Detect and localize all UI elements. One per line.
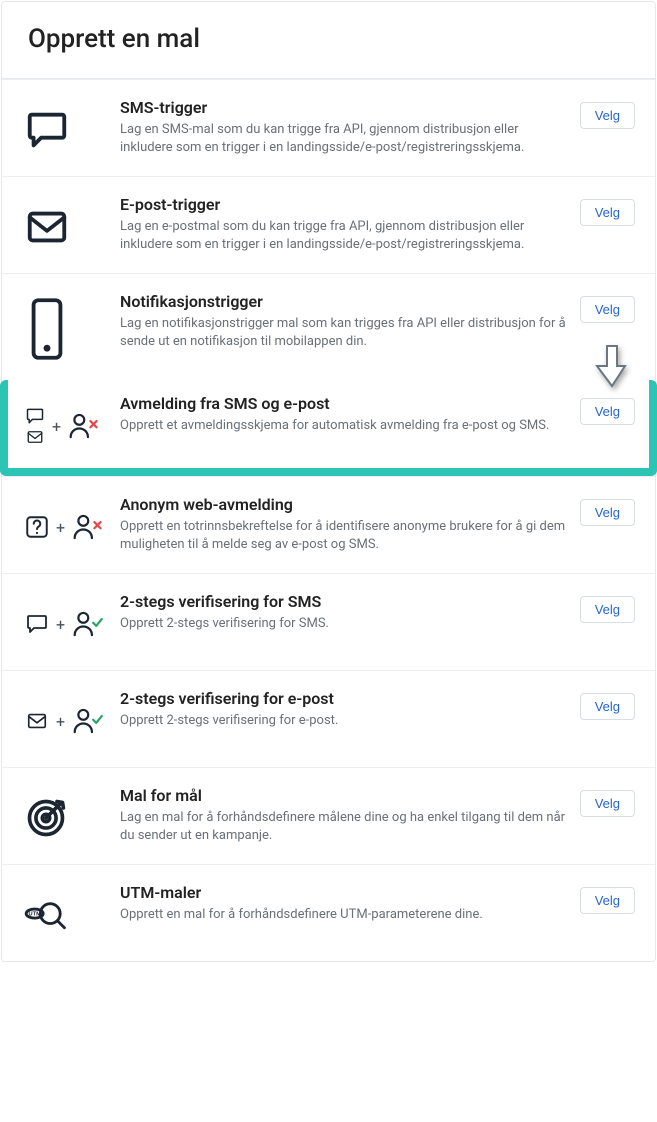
select-button[interactable]: Velg [580,199,635,226]
text-col: Avmelding fra SMS og e-post Opprett et a… [120,394,580,435]
target-icon [24,796,68,840]
row-title: E-post-trigger [120,195,568,216]
user-remove-icon [67,411,99,441]
text-col: Notifikasjonstrigger Lag en notifikasjon… [120,292,580,351]
template-row-2step-epost: + 2-stegs verifisering for e-post Oppret… [2,670,655,767]
user-remove-icon [71,512,103,542]
envelope-icon [24,710,50,732]
envelope-icon [24,204,70,250]
question-box-icon [24,514,50,540]
row-title: 2-stegs verifisering for SMS [120,592,568,613]
plus-icon: + [50,712,71,731]
icon-col: + [24,495,120,555]
chat-bubble-icon [24,406,46,426]
btn-col: Velg [580,883,635,914]
row-desc: Lag en mal for å forhåndsdefinere målene… [120,809,568,845]
user-check-icon [71,609,103,639]
select-button[interactable]: Velg [580,693,635,720]
icon-col [24,98,120,158]
plus-icon: + [50,518,71,537]
text-col: UTM-maler Opprett en mal for å forhåndsd… [120,883,580,924]
icon-col: + [24,689,120,749]
create-template-card: Opprett en mal SMS-trigger Lag en SMS-ma… [1,1,656,962]
text-col: Mal for mål Lag en mal for å forhåndsdef… [120,786,580,845]
row-title: Mal for mål [120,786,568,807]
highlighted-wrapper: + Avmelding fra SMS og e-post Opprett et… [2,380,655,476]
btn-col: Velg [580,98,635,129]
icon-col: UTM [24,883,120,943]
row-desc: Opprett et avmeldingsskjema for automati… [120,417,568,435]
chat-bubble-icon [24,107,70,153]
template-row-mal-for-mal: Mal for mål Lag en mal for å forhåndsdef… [2,767,655,864]
svg-text:UTM: UTM [29,912,42,918]
envelope-icon [24,428,46,446]
text-col: SMS-trigger Lag en SMS-mal som du kan tr… [120,98,580,157]
row-desc: Lag en SMS-mal som du kan trigge fra API… [120,121,568,157]
pointer-arrow-icon [595,344,629,388]
user-check-icon [71,706,103,736]
text-col: Anonym web-avmelding Opprett en totrinns… [120,495,580,554]
template-row-avmelding: + Avmelding fra SMS og e-post Opprett et… [0,380,657,476]
row-desc: Lag en e-postmal som du kan trigge fra A… [120,218,568,254]
icon-col [24,786,120,846]
text-col: 2-stegs verifisering for SMS Opprett 2-s… [120,592,580,633]
utm-search-icon: UTM [24,898,68,932]
select-button[interactable]: Velg [580,596,635,623]
row-desc: Opprett 2-stegs verifisering for SMS. [120,615,568,633]
row-title: Anonym web-avmelding [120,495,568,516]
page-title: Opprett en mal [28,24,629,54]
card-header: Opprett en mal [2,2,655,78]
plus-icon: + [46,417,67,436]
btn-col: Velg [580,292,635,323]
select-button[interactable]: Velg [580,887,635,914]
row-title: Notifikasjonstrigger [120,292,568,313]
btn-col: Velg [580,495,635,526]
mobile-icon [24,296,70,362]
row-desc: Opprett en mal for å forhåndsdefinere UT… [120,906,568,924]
icon-col: + [24,592,120,652]
plus-icon: + [50,615,71,634]
icon-col [24,292,120,362]
template-row-anonym-avmelding: + Anonym web-avmelding Opprett en totrin… [2,476,655,573]
text-col: 2-stegs verifisering for e-post Opprett … [120,689,580,730]
row-desc: Opprett en totrinnsbekreftelse for å ide… [120,518,568,554]
select-button[interactable]: Velg [580,398,635,425]
template-row-epost-trigger: E-post-trigger Lag en e-postmal som du k… [2,176,655,273]
row-title: UTM-maler [120,883,568,904]
btn-col: Velg [580,195,635,226]
select-button[interactable]: Velg [580,790,635,817]
template-row-2step-sms: + 2-stegs verifisering for SMS Opprett 2… [2,573,655,670]
select-button[interactable]: Velg [580,102,635,129]
select-button[interactable]: Velg [580,499,635,526]
btn-col: Velg [580,592,635,623]
select-button[interactable]: Velg [580,296,635,323]
icon-col: + [24,394,120,454]
row-title: Avmelding fra SMS og e-post [120,394,568,415]
template-row-sms-trigger: SMS-trigger Lag en SMS-mal som du kan tr… [2,79,655,176]
row-title: 2-stegs verifisering for e-post [120,689,568,710]
btn-col: Velg [580,394,635,425]
btn-col: Velg [580,689,635,720]
template-row-utm-maler: UTM UTM-maler Opprett en mal for å forhå… [2,864,655,961]
text-col: E-post-trigger Lag en e-postmal som du k… [120,195,580,254]
row-title: SMS-trigger [120,98,568,119]
chat-bubble-icon [24,612,50,636]
row-desc: Opprett 2-stegs verifisering for e-post. [120,712,568,730]
row-desc: Lag en notifikasjonstrigger mal som kan … [120,315,568,351]
icon-col [24,195,120,255]
template-row-notification-trigger: Notifikasjonstrigger Lag en notifikasjon… [2,273,655,380]
btn-col: Velg [580,786,635,817]
